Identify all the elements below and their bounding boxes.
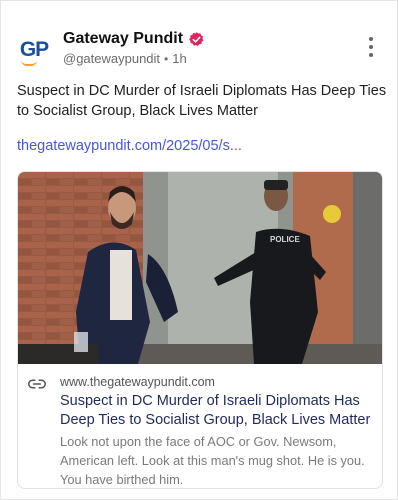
more-vertical-icon[interactable] [367,37,375,57]
avatar-swoosh [21,60,37,66]
link-title[interactable]: Suspect in DC Murder of Israeli Diplomat… [60,392,378,430]
link-icon [28,379,46,389]
meta-separator: • [164,51,169,66]
link-preview-image[interactable]: POLICE [18,172,382,364]
police-label: POLICE [270,235,300,244]
post-time[interactable]: 1h [172,51,186,66]
post-text: Suspect in DC Murder of Israeli Diplomat… [17,83,387,119]
more-dot [369,45,373,49]
link-preview-card[interactable]: POLICE www.thegatewaypundit.com Suspect … [17,171,383,489]
avatar[interactable]: GP [17,33,51,67]
author-meta: @gatewaypundit • 1h [63,51,187,66]
author-name[interactable]: Gateway Pundit [63,30,183,48]
post-link[interactable]: thegatewaypundit.com/2025/05/s... [17,138,242,154]
news-photo: POLICE [18,172,382,364]
post-header: GP Gateway Pundit @gatewaypundit • 1h [17,29,385,69]
author-handle[interactable]: @gatewaypundit [63,51,160,66]
link-domain: www.thegatewaypundit.com [60,375,215,389]
more-dot [369,53,373,57]
more-dot [369,37,373,41]
verified-badge-icon [189,31,204,46]
post-card[interactable]: GP Gateway Pundit @gatewaypundit • 1h Su… [0,0,398,500]
link-description: Look not upon the face of AOC or Gov. Ne… [60,434,365,487]
author-name-row: Gateway Pundit [63,29,205,49]
avatar-logo-text: GP [19,38,49,61]
